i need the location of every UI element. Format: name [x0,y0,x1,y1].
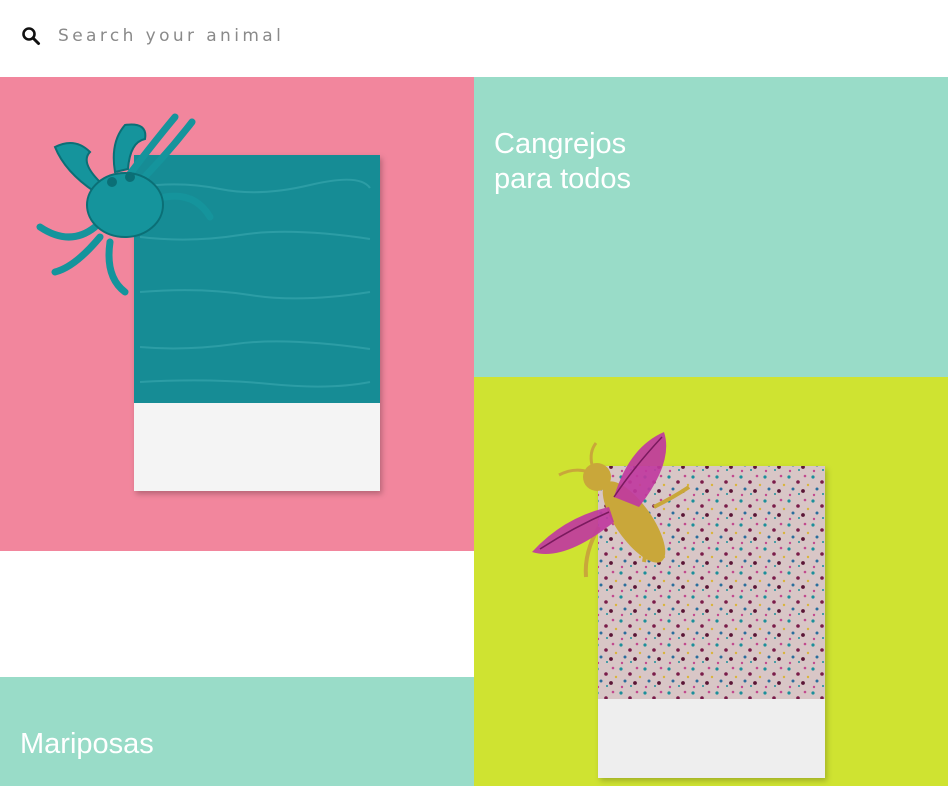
crab-photo-tile[interactable] [0,77,474,551]
crab-image [36,113,380,491]
page: Cangrejos para todos Mariposas [0,0,948,786]
crabs-card[interactable]: Cangrejos para todos [474,77,948,377]
search-bar [0,0,948,77]
empty-tile [0,551,474,677]
search-icon[interactable] [21,26,41,46]
insect-image [532,432,825,778]
search-input[interactable] [58,22,478,50]
insect-photo-tile[interactable] [474,377,948,786]
crabs-title-line2: para todos [494,163,632,195]
crabs-card-title: Cangrejos para todos [494,127,794,197]
butterflies-card-title: Mariposas [20,728,154,760]
crabs-title-line1: Cangrejos [494,128,627,160]
butterflies-card[interactable]: Mariposas [0,677,474,786]
